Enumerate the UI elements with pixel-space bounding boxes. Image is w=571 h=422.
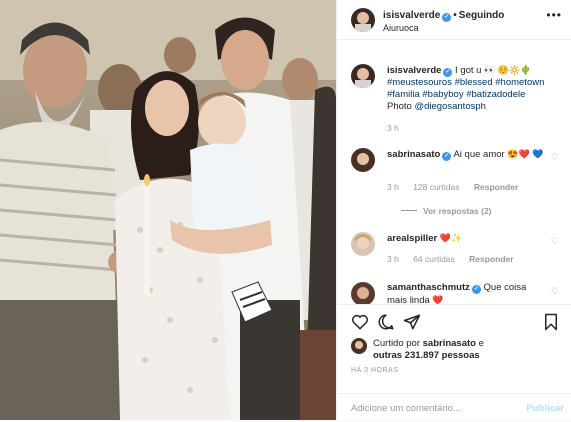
like-comment-heart-icon[interactable]: ♡ <box>551 236 559 247</box>
liked-by-avatar[interactable] <box>351 338 367 354</box>
caption-body: I got u <box>455 65 482 76</box>
comment-username[interactable]: arealspiller <box>387 233 437 244</box>
author-avatar[interactable] <box>351 8 375 32</box>
caption-text: isisvalverde ✓ I got u 👀 ☺️🔆🌵 #meustesour… <box>387 64 547 113</box>
comment-bubble-icon[interactable] <box>377 313 395 331</box>
comment-avatar-image <box>357 153 369 165</box>
caption-meta: 3 h <box>387 123 411 133</box>
like-heart-icon[interactable] <box>351 313 369 331</box>
like-comment-heart-icon[interactable]: ♡ <box>551 286 559 297</box>
caption-emoji: 👀 ☺️🔆🌵 <box>484 65 532 75</box>
reply-button[interactable]: Responder <box>469 254 513 264</box>
comments-list[interactable]: isisvalverde ✓ I got u 👀 ☺️🔆🌵 #meustesour… <box>337 40 571 304</box>
liked-by-avatar-image <box>355 341 363 349</box>
comment-text: samanthaschmutz ✓ Que coisa mais linda ❤️ <box>387 282 547 304</box>
comment-emoji: ❤️✨ <box>439 233 463 243</box>
caption-hashtags[interactable]: #meustesouros #blessed #hometown #famili… <box>387 77 544 100</box>
caption-avatar-image <box>355 68 371 88</box>
reply-button[interactable]: Responder <box>474 182 518 192</box>
comment-text: sabrinasato ✓ Ai que amor 😍❤️ 💙 <box>387 148 547 161</box>
comment-input[interactable]: Adicione um comentário... <box>351 403 461 414</box>
caption-avatar[interactable] <box>351 64 375 88</box>
view-replies-button[interactable]: Ver respostas (2) <box>401 206 492 216</box>
view-replies-label: Ver respostas (2) <box>423 206 492 216</box>
comment-emoji-2: 💙 <box>532 149 544 159</box>
verified-icon: ✓ <box>442 13 452 22</box>
separator-dot: • <box>453 10 457 21</box>
post-photo[interactable] <box>0 0 336 420</box>
more-options-icon[interactable]: ••• <box>546 8 562 22</box>
post-timestamp[interactable]: HÁ 3 HORAS <box>351 367 398 374</box>
comment-text: arealspiller ❤️✨ <box>387 232 547 245</box>
caption-time[interactable]: 3 h <box>387 123 399 133</box>
liked-by-and: e <box>478 338 484 349</box>
liked-by-others[interactable]: outras 231.897 pessoas <box>373 350 480 361</box>
add-comment-bar: Adicione um comentário... Publicar <box>337 393 571 422</box>
post-actions: Curtido por sabrinasato e outras 231.897… <box>337 304 571 420</box>
caption-username[interactable]: isisvalverde <box>387 65 441 76</box>
author-line: isisvalverde ✓ • Seguindo <box>383 10 504 22</box>
photo-illustration <box>0 0 336 420</box>
comment-username[interactable]: sabrinasato <box>387 149 440 160</box>
comment-time[interactable]: 3 h <box>387 254 399 264</box>
comment-avatar[interactable] <box>351 148 375 172</box>
comment-avatar-image <box>355 234 371 249</box>
comment-emoji: ❤️ <box>432 295 444 304</box>
comment-likes[interactable]: 128 curtidas <box>413 182 459 192</box>
following-button[interactable]: Seguindo <box>459 10 505 21</box>
liked-by-user[interactable]: sabrinasato <box>423 338 476 349</box>
share-icon[interactable] <box>403 313 421 331</box>
verified-icon: ✓ <box>443 68 453 77</box>
verified-icon: ✓ <box>471 285 481 294</box>
publish-button[interactable]: Publicar <box>527 403 565 414</box>
comment-meta: 3 h 128 curtidas Responder <box>387 182 530 192</box>
author-avatar-image <box>355 12 371 32</box>
comment-username[interactable]: samanthaschmutz <box>387 282 470 293</box>
liked-by-text: Curtido por sabrinasato e outras 231.897… <box>373 338 533 362</box>
photo-credit-user[interactable]: @diegosantosph <box>414 101 485 112</box>
post-dialog: isisvalverde ✓ • Seguindo Aiuruoca ••• isis… <box>0 0 571 420</box>
comment-avatar[interactable] <box>351 282 375 304</box>
like-comment-heart-icon[interactable]: ♡ <box>551 152 559 163</box>
photo-credit-label: Photo <box>387 101 412 112</box>
comment-meta: 3 h 64 curtidas Responder <box>387 254 526 264</box>
comment-avatar-image <box>357 287 369 299</box>
view-replies-line <box>401 210 417 211</box>
post-header: isisvalverde ✓ • Seguindo Aiuruoca ••• <box>337 0 571 40</box>
comment-likes[interactable]: 64 curtidas <box>413 254 455 264</box>
comment-body: Ai que amor <box>453 149 505 160</box>
comment-emoji: 😍❤️ <box>507 149 530 159</box>
author-username[interactable]: isisvalverde <box>383 10 440 21</box>
comment-time[interactable]: 3 h <box>387 182 399 192</box>
post-location[interactable]: Aiuruoca <box>383 23 419 33</box>
post-side-panel: isisvalverde ✓ • Seguindo Aiuruoca ••• isis… <box>336 0 571 420</box>
save-bookmark-icon[interactable] <box>542 313 560 331</box>
liked-by-prefix: Curtido por <box>373 338 420 349</box>
comment-avatar[interactable] <box>351 232 375 256</box>
verified-icon: ✓ <box>442 152 452 161</box>
